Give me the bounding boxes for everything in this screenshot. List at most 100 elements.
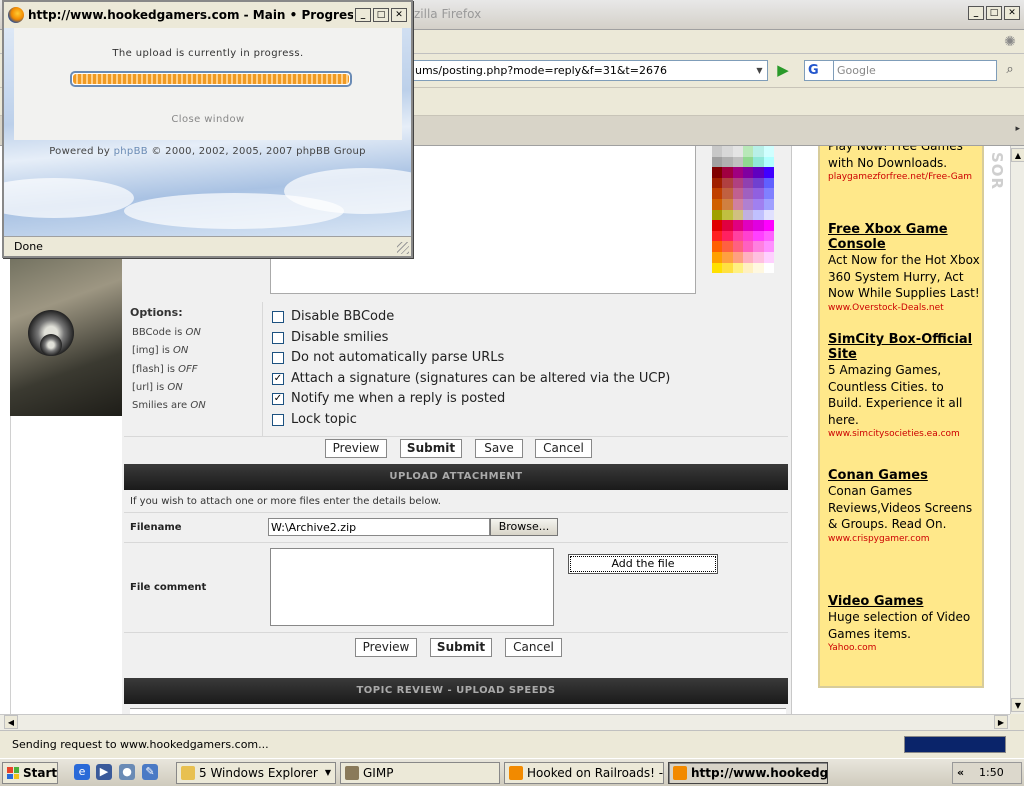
vertical-scrollbar[interactable]: ▲ ▼ xyxy=(1010,146,1024,714)
throbber-icon: ✺ xyxy=(1004,34,1016,50)
scroll-left-icon[interactable]: ◀ xyxy=(4,715,18,729)
ad-url[interactable]: playgamezforfree.net/Free-Gam xyxy=(828,171,980,184)
row-divider xyxy=(124,632,788,633)
ad-description: Act Now for the Hot Xbox 360 System Hurr… xyxy=(828,253,980,300)
sponsor-label: SOR xyxy=(988,152,1006,191)
ad-title[interactable]: Free Xbox Game Console xyxy=(828,222,980,252)
upload-info-text: If you wish to attach one or more files … xyxy=(130,496,441,507)
clock[interactable]: 1:50 PM xyxy=(979,763,1021,786)
flash-status: [flash] is OFF xyxy=(132,363,198,375)
upload-submit-button[interactable]: Submit xyxy=(430,638,492,657)
scroll-up-icon[interactable]: ▲ xyxy=(1011,148,1024,162)
checkbox-notify-reply[interactable]: ✓ Notify me when a reply is posted xyxy=(272,391,505,406)
checkbox-no-parse-urls[interactable]: Do not automatically parse URLs xyxy=(272,350,504,365)
firefox-icon xyxy=(673,766,687,780)
ad-description: 5 Amazing Games, Countless Cities. to Bu… xyxy=(828,363,963,427)
ad-description: Conan Games Reviews,Videos Screens & Gro… xyxy=(828,484,973,531)
ad-title[interactable]: Video Games xyxy=(828,594,980,609)
ad-item[interactable]: SimCity Box-Official Site 5 Amazing Game… xyxy=(828,332,980,441)
maximize-button[interactable]: □ xyxy=(986,6,1002,20)
checkbox-box[interactable] xyxy=(272,310,284,323)
media-player-icon[interactable]: ▶ xyxy=(96,764,112,780)
search-icon[interactable]: ⌕ xyxy=(999,60,1021,81)
popup-title: http://www.hookedgamers.com - Main • Pro… xyxy=(28,8,353,22)
upload-progress-message: The upload is currently in progress. xyxy=(112,48,304,59)
row-divider xyxy=(124,542,788,543)
popup-body: The upload is currently in progress. Clo… xyxy=(4,28,411,236)
checkbox-box[interactable] xyxy=(272,351,284,364)
browser-window-controls: _ □ ✕ xyxy=(968,6,1020,20)
popup-window-controls: _ □ ✕ xyxy=(355,8,407,22)
popup-close-button[interactable]: ✕ xyxy=(391,8,407,22)
phpbb-link[interactable]: phpBB xyxy=(114,146,148,157)
messenger-icon[interactable]: ● xyxy=(119,764,135,780)
checkbox-lock-topic[interactable]: Lock topic xyxy=(272,412,357,427)
url-bar[interactable]: ums/posting.php?mode=reply&f=31&t=2676 xyxy=(410,60,768,81)
ad-item[interactable]: Video Games Huge selection of Video Game… xyxy=(828,594,980,655)
ad-item[interactable]: Conan Games Conan Games Reviews,Videos S… xyxy=(828,468,980,546)
checkbox-box[interactable] xyxy=(272,331,284,344)
ad-url[interactable]: www.crispygamer.com xyxy=(828,533,980,546)
tray-expand-icon[interactable]: « xyxy=(957,763,964,783)
ad-description: Play Now! Free Games with No Downloads. xyxy=(828,146,963,170)
go-button[interactable]: ▶ xyxy=(772,60,794,81)
options-status-list: BBCode is ON [img] is ON [flash] is OFF … xyxy=(132,324,206,415)
ie-icon[interactable]: e xyxy=(74,764,90,780)
popup-minimize-button[interactable]: _ xyxy=(355,8,371,22)
checkbox-box[interactable]: ✓ xyxy=(272,372,284,385)
firefox-icon xyxy=(509,766,523,780)
ad-item[interactable]: Play Now! Free Games with No Downloads. … xyxy=(828,146,980,184)
resize-grip-icon[interactable] xyxy=(397,242,409,254)
upload-cancel-button[interactable]: Cancel xyxy=(505,638,562,657)
windows-logo-icon xyxy=(7,767,19,779)
group-dropdown-icon: ▼ xyxy=(324,768,331,777)
checkbox-box[interactable] xyxy=(272,413,284,426)
upload-progress-bar xyxy=(70,71,352,87)
ad-description: Huge selection of Video Games items. xyxy=(828,610,971,641)
upload-preview-button[interactable]: Preview xyxy=(355,638,417,657)
ad-title[interactable]: Conan Games xyxy=(828,468,980,483)
horizontal-scrollbar[interactable]: ◀ ▶ xyxy=(0,714,1010,730)
save-button[interactable]: Save xyxy=(475,439,523,458)
minimize-button[interactable]: _ xyxy=(968,6,984,20)
start-label: Start xyxy=(23,766,58,780)
preview-button[interactable]: Preview xyxy=(325,439,387,458)
search-input[interactable]: Google xyxy=(833,60,997,81)
submit-button[interactable]: Submit xyxy=(400,439,462,458)
taskbar-item-firefox-main[interactable]: Hooked on Railroads! - a... xyxy=(504,762,664,784)
close-button[interactable]: ✕ xyxy=(1004,6,1020,20)
browse-button[interactable]: Browse... xyxy=(490,518,558,536)
scroll-right-icon[interactable]: ▶ xyxy=(994,715,1008,729)
cancel-button[interactable]: Cancel xyxy=(535,439,592,458)
checkbox-disable-bbcode[interactable]: Disable BBCode xyxy=(272,309,394,324)
firefox-icon xyxy=(8,7,24,23)
taskbar-item-gimp[interactable]: GIMP xyxy=(340,762,500,784)
popup-maximize-button[interactable]: □ xyxy=(373,8,389,22)
gimp-icon xyxy=(345,766,359,780)
notepad-icon[interactable]: ✎ xyxy=(142,764,158,780)
file-comment-textarea[interactable] xyxy=(270,548,554,626)
taskbar-item-firefox-popup[interactable]: http://www.hookedg... xyxy=(668,762,828,784)
close-window-link[interactable]: Close window xyxy=(14,114,402,125)
ad-url[interactable]: www.Overstock-Deals.net xyxy=(828,302,980,315)
scroll-down-icon[interactable]: ▼ xyxy=(1011,698,1024,712)
url-dropdown-icon[interactable]: ▼ xyxy=(752,61,767,80)
ad-url[interactable]: Yahoo.com xyxy=(828,642,980,655)
checkbox-disable-smilies[interactable]: Disable smilies xyxy=(272,330,388,345)
checkbox-attach-signature[interactable]: ✓ Attach a signature (signatures can be a… xyxy=(272,371,670,386)
ad-title[interactable]: SimCity Box-Official Site xyxy=(828,332,980,362)
ad-url[interactable]: www.simcitysocieties.ea.com xyxy=(828,428,980,441)
ad-item[interactable]: Free Xbox Game Console Act Now for the H… xyxy=(828,222,980,315)
row-divider xyxy=(124,512,788,513)
url-status: [url] is ON xyxy=(132,381,183,393)
search-engine-selector[interactable]: G xyxy=(804,60,834,81)
color-palette[interactable] xyxy=(712,146,774,274)
add-file-button[interactable]: Add the file xyxy=(568,554,718,574)
tab-scroll-icon[interactable]: ▸ xyxy=(1015,124,1020,134)
smilies-status: Smilies are ON xyxy=(132,400,206,412)
taskbar-item-explorer[interactable]: 5 Windows Explorer ▼ xyxy=(176,762,336,784)
filename-input[interactable]: W:\Archive2.zip xyxy=(268,518,490,536)
popup-status-text: Done xyxy=(14,240,43,253)
checkbox-box[interactable]: ✓ xyxy=(272,392,284,405)
start-button[interactable]: Start xyxy=(2,762,58,784)
